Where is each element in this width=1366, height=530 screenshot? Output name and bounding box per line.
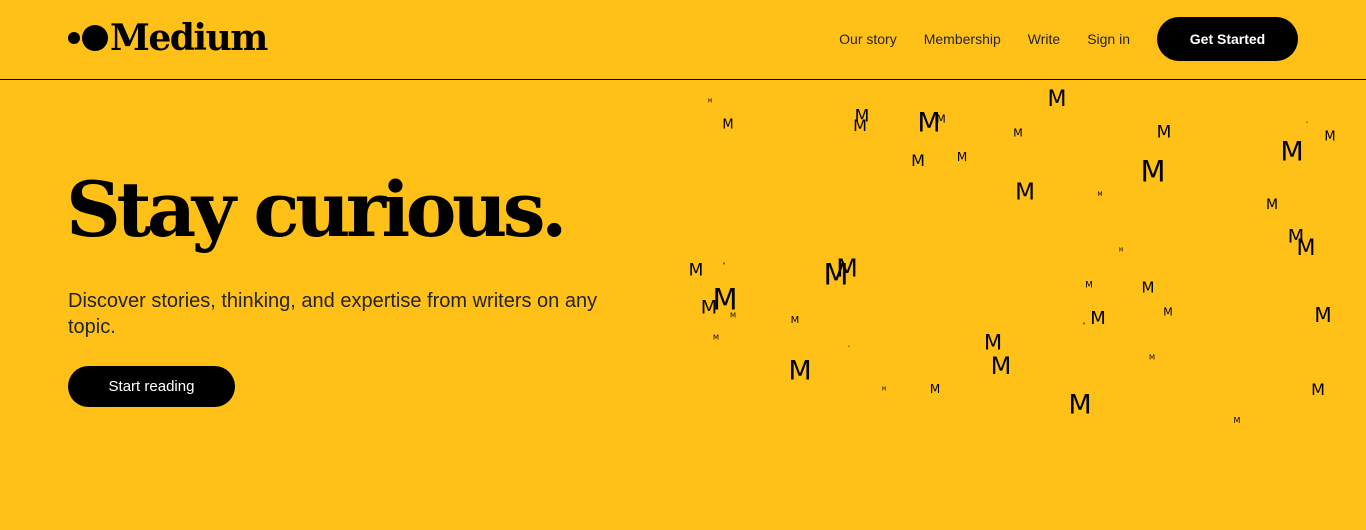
decorative-m-glyph: M: [788, 355, 812, 387]
decorative-m-glyph: M: [853, 116, 867, 135]
decorative-m-glyph: M: [1013, 126, 1023, 140]
decorative-m-glyph: M: [881, 386, 887, 393]
nav-sign-in-link[interactable]: Sign in: [1087, 31, 1130, 47]
medium-logo-mark-icon: [68, 25, 108, 51]
decorative-m-glyph: M: [722, 117, 734, 133]
decorative-m-glyph: M: [854, 106, 870, 127]
nav-write-link[interactable]: Write: [1028, 31, 1060, 47]
decorative-m-glyph: M: [1141, 278, 1155, 297]
decorative-m-glyph: M: [917, 107, 941, 139]
decorative-m-glyph: M: [956, 150, 968, 164]
decorative-m-glyph: M: [1163, 305, 1173, 319]
decorative-m-glyph: M: [1296, 236, 1316, 261]
decorative-m-glyph: M: [983, 330, 1003, 355]
decorative-m-glyph: M: [1306, 122, 1308, 124]
decorative-m-glyph: M: [1118, 247, 1124, 254]
decorative-m-glyph: M: [823, 257, 849, 292]
decorative-m-glyph: M: [1156, 122, 1172, 143]
nav-membership-link[interactable]: Membership: [924, 31, 1001, 47]
top-navigation-bar: Medium Our story Membership Write Sign i…: [0, 0, 1366, 80]
decorative-m-glyph: M: [1311, 380, 1325, 399]
decorative-m-glyph: M: [707, 98, 713, 105]
decorative-m-glyph: M: [1148, 353, 1156, 362]
main-nav: Our story Membership Write Sign in Get S…: [839, 17, 1298, 61]
decorative-m-glyph: M: [929, 382, 941, 396]
decorative-m-glyph: M: [936, 112, 946, 126]
decorative-m-glyph: M: [1068, 389, 1092, 421]
decorative-m-glyph: M: [1082, 321, 1086, 326]
nav-our-story-link[interactable]: Our story: [839, 31, 897, 47]
get-started-button[interactable]: Get Started: [1157, 17, 1298, 61]
decorative-m-glyph: M: [1287, 225, 1305, 248]
decorative-m-glyph: M: [712, 282, 738, 317]
decorative-m-glyph: M: [688, 260, 704, 281]
decorative-m-glyph: M: [1314, 303, 1332, 327]
decorative-m-glyph: M: [700, 296, 718, 319]
decorative-m-glyph: M: [712, 333, 720, 342]
decorative-m-glyph: M: [1015, 179, 1035, 206]
decorative-m-glyph: M: [722, 261, 726, 266]
decorative-m-glyph: M: [1280, 136, 1304, 168]
hero-subtitle: Discover stories, thinking, and expertis…: [68, 290, 598, 338]
decorative-m-glyph: M: [848, 346, 850, 348]
decorative-m-glyph: M: [1085, 280, 1093, 291]
decorative-m-glyph: M: [1047, 87, 1067, 112]
decorative-m-glyph: M: [1233, 416, 1241, 425]
start-reading-button[interactable]: Start reading: [68, 366, 235, 407]
medium-logo[interactable]: Medium: [68, 17, 268, 59]
hero-title: Stay curious.: [66, 165, 568, 254]
decorative-m-glyph: M: [790, 315, 800, 326]
decorative-m-glyph: M: [1140, 154, 1166, 189]
decorative-m-glyph: M: [1097, 191, 1103, 198]
decorative-m-glyph: M: [911, 151, 925, 170]
logo-wordmark: Medium: [110, 17, 268, 59]
decorative-m-glyph: M: [1265, 197, 1279, 213]
decorative-m-glyph: M: [1324, 129, 1336, 145]
decorative-m-glyph: M: [836, 253, 858, 283]
decorative-m-glyph: M: [729, 311, 737, 320]
decorative-m-glyph: M: [990, 352, 1012, 380]
decorative-m-glyph: M: [1090, 308, 1106, 329]
